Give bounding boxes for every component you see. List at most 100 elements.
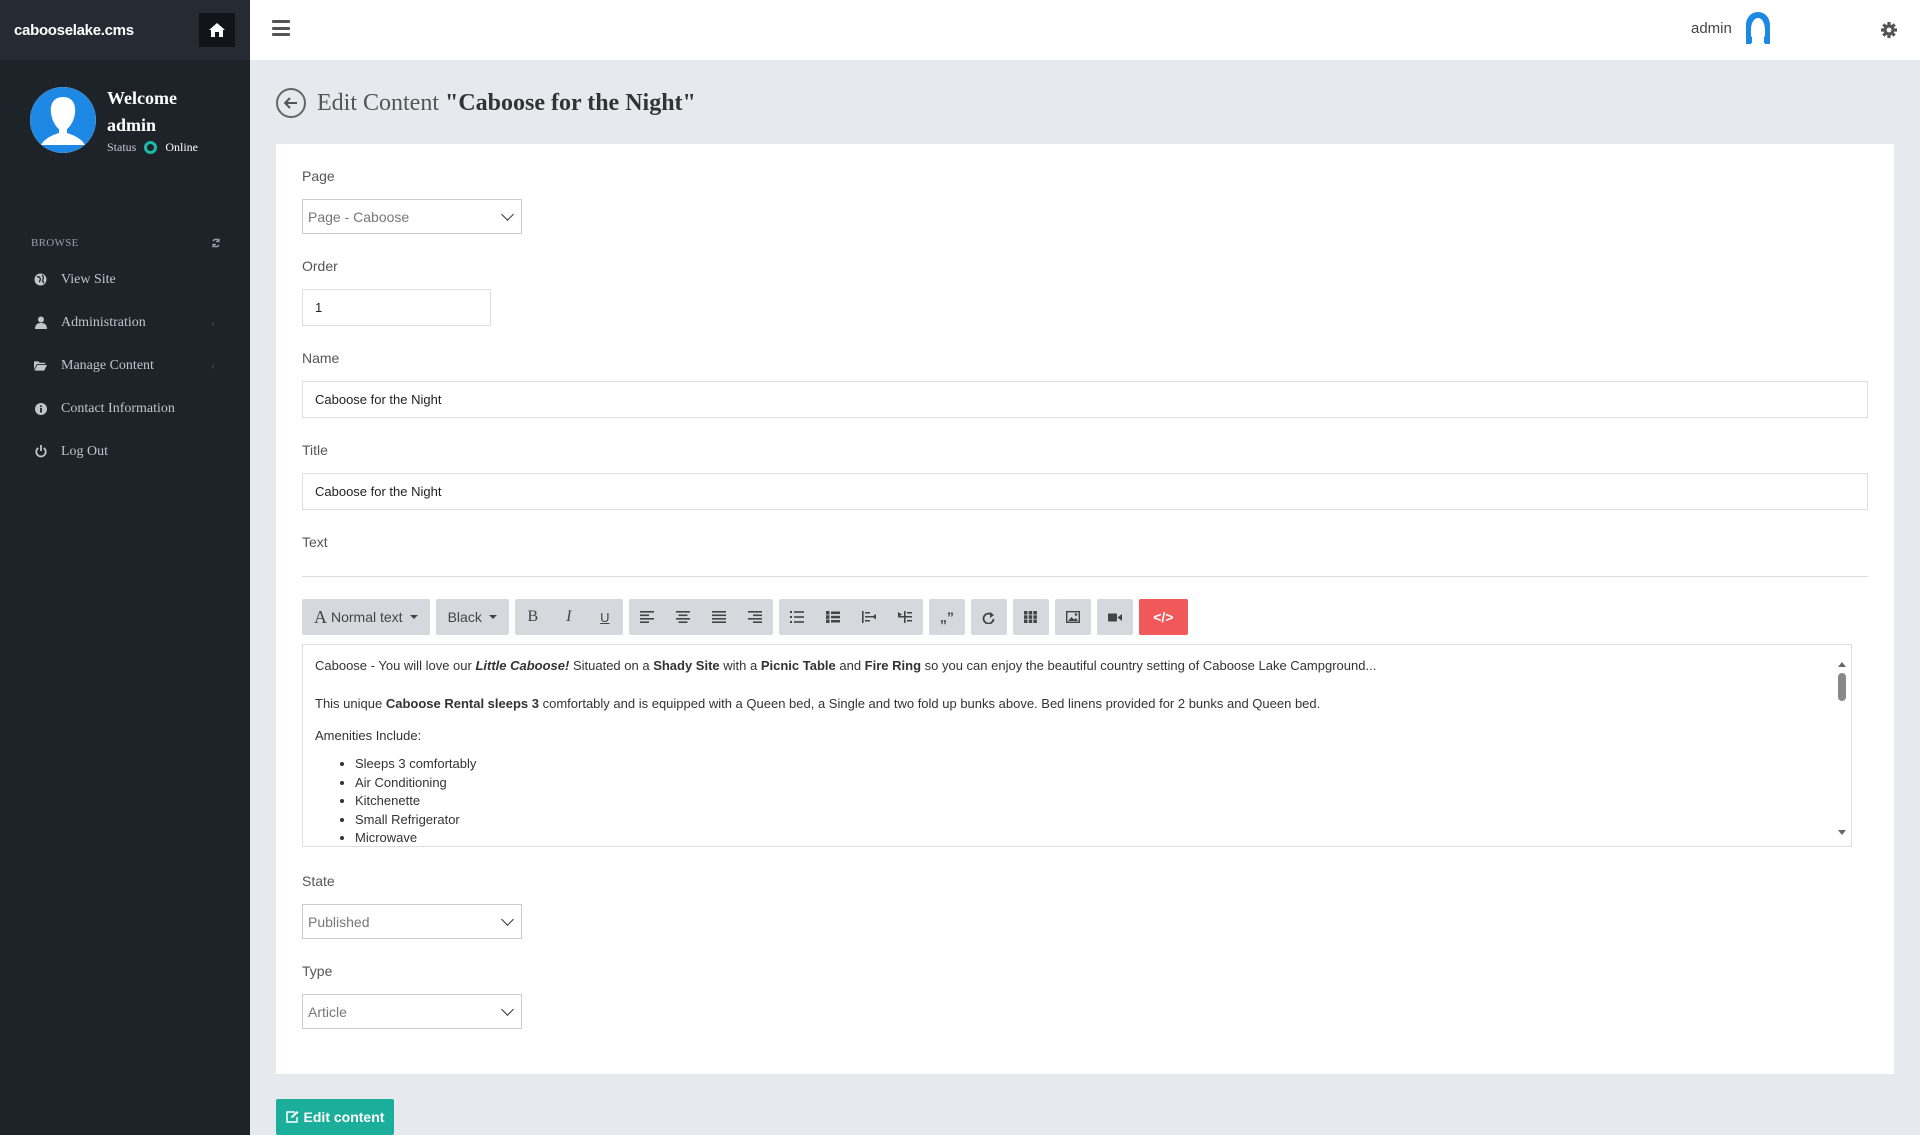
gear-icon[interactable] xyxy=(1880,21,1898,39)
chevron-down-icon xyxy=(501,912,514,926)
brand-logo[interactable]: cabooselake.cms xyxy=(14,22,134,39)
sidebar-item-view-site[interactable]: View Site xyxy=(0,258,250,301)
text-format-dropdown[interactable]: A Normal text xyxy=(302,599,430,635)
name-label: Name xyxy=(302,350,340,366)
code-icon: </> xyxy=(1153,609,1174,625)
order-input[interactable]: 1 xyxy=(302,289,491,326)
align-left-icon xyxy=(639,611,654,623)
sidebar-item-label: View Site xyxy=(61,271,116,287)
align-right-button[interactable] xyxy=(737,599,773,635)
home-icon xyxy=(209,23,225,37)
globe-icon xyxy=(34,273,47,286)
italic-icon: I xyxy=(566,608,572,625)
sidebar-item-contact-information[interactable]: Contact Information xyxy=(0,387,250,430)
editor-paragraph: Amenities Include: xyxy=(315,728,422,743)
edit-content-button[interactable]: Edit content xyxy=(276,1099,394,1135)
insert-image-button[interactable] xyxy=(1055,599,1091,635)
page-title-prefix: Edit Content xyxy=(317,89,445,116)
type-label: Type xyxy=(302,963,333,979)
power-icon xyxy=(34,445,47,458)
scroll-down-arrow-icon[interactable] xyxy=(1838,830,1846,835)
back-arrow-icon[interactable] xyxy=(276,88,306,118)
html-source-button[interactable]: </> xyxy=(1138,599,1188,635)
indent-icon xyxy=(897,611,912,623)
name-input[interactable]: Caboose for the Night xyxy=(302,381,1868,418)
welcome-text: Welcome xyxy=(107,88,177,108)
text-run: This unique xyxy=(315,696,386,711)
underline-icon: U xyxy=(600,609,610,625)
state-select[interactable]: Published xyxy=(302,904,522,939)
sidebar-item-log-out[interactable]: Log Out xyxy=(0,430,250,473)
text-color-label: Black xyxy=(447,609,482,625)
welcome-username: admin xyxy=(107,115,157,135)
scroll-up-arrow-icon[interactable] xyxy=(1838,662,1846,667)
blockquote-button[interactable]: „” xyxy=(929,599,965,635)
type-select[interactable]: Article xyxy=(302,994,522,1029)
home-button[interactable] xyxy=(199,13,235,47)
text-run-bold: Fire Ring xyxy=(864,658,922,673)
numbered-list-button[interactable] xyxy=(815,599,851,635)
user-icon xyxy=(34,316,47,329)
outdent-icon xyxy=(861,611,876,623)
amenities-list: Sleeps 3 comfortably Air Conditioning Ki… xyxy=(355,755,1839,846)
page-header: Edit Content "Caboose for the Night" xyxy=(276,88,696,118)
table-button[interactable] xyxy=(1013,599,1049,635)
text-color-dropdown[interactable]: Black xyxy=(436,599,509,635)
video-camera-icon xyxy=(1107,613,1122,621)
online-status-icon xyxy=(144,141,158,154)
text-run-bold: Caboose Rental sleeps 3 xyxy=(385,696,539,711)
text-run: with a xyxy=(719,658,761,673)
status-label: Status xyxy=(107,140,137,154)
order-label: Order xyxy=(302,258,338,274)
indent-button[interactable] xyxy=(887,599,923,635)
text-run: Situated on a xyxy=(569,658,654,673)
scrollbar-thumb[interactable] xyxy=(1838,673,1846,701)
bold-button[interactable]: B xyxy=(515,599,551,635)
insert-video-button[interactable] xyxy=(1097,599,1133,635)
status-value: Online xyxy=(165,140,199,154)
chevron-down-icon xyxy=(501,1002,514,1016)
sidebar-item-manage-content[interactable]: Manage Content ‹ xyxy=(0,344,250,387)
rich-text-editor[interactable]: Caboose - You will love our Little Caboo… xyxy=(302,644,1852,847)
sidebar-nav: View Site Administration ‹ Manage Conten… xyxy=(0,258,250,473)
underline-button[interactable]: U xyxy=(587,599,623,635)
text-run: and xyxy=(835,658,865,673)
align-center-button[interactable] xyxy=(665,599,701,635)
text-run: so you can enjoy the beautiful country s… xyxy=(921,658,1377,673)
user-avatar-icon xyxy=(1745,12,1770,44)
quote-icon: „” xyxy=(939,609,954,625)
chevron-left-icon: ‹ xyxy=(211,359,215,372)
list-item: Sleeps 3 comfortably xyxy=(355,755,1839,774)
link-button[interactable] xyxy=(971,599,1007,635)
editor-paragraph: Caboose - You will love our Little Caboo… xyxy=(315,657,1839,675)
text-run-bold: Shady Site xyxy=(653,658,720,673)
bullet-list-button[interactable] xyxy=(779,599,815,635)
user-menu[interactable]: admin xyxy=(1691,10,1776,46)
align-justify-button[interactable] xyxy=(701,599,737,635)
edit-content-label: Edit content xyxy=(303,1109,385,1125)
type-select-value: Article xyxy=(308,1003,347,1020)
refresh-icon[interactable] xyxy=(211,238,221,248)
browse-label: BROWSE xyxy=(31,237,79,249)
sidebar-header: cabooselake.cms xyxy=(0,0,250,60)
state-label: State xyxy=(302,873,335,889)
text-run: comfortably and is equipped with a Queen… xyxy=(539,696,1321,711)
italic-button[interactable]: I xyxy=(551,599,587,635)
sidebar-item-administration[interactable]: Administration ‹ xyxy=(0,301,250,344)
page-select[interactable]: Page - Caboose xyxy=(302,199,522,234)
title-input[interactable]: Caboose for the Night xyxy=(302,473,1868,510)
list-item: Microwave xyxy=(355,829,1839,846)
user-avatar-icon xyxy=(30,87,96,153)
outdent-button[interactable] xyxy=(851,599,887,635)
editor-scrollbar[interactable] xyxy=(1833,645,1851,846)
page-title: Edit Content "Caboose for the Night" xyxy=(317,90,696,117)
browse-section-header: BROWSE xyxy=(0,228,250,258)
user-profile: Welcome admin Status Online xyxy=(0,60,250,228)
menu-toggle-icon[interactable] xyxy=(272,20,290,36)
align-left-button[interactable] xyxy=(629,599,665,635)
sidebar-item-label: Log Out xyxy=(61,443,109,459)
page-select-value: Page - Caboose xyxy=(308,208,410,225)
chevron-down-icon xyxy=(501,207,514,221)
sidebar-item-label: Contact Information xyxy=(61,400,175,416)
align-center-icon xyxy=(675,611,690,623)
